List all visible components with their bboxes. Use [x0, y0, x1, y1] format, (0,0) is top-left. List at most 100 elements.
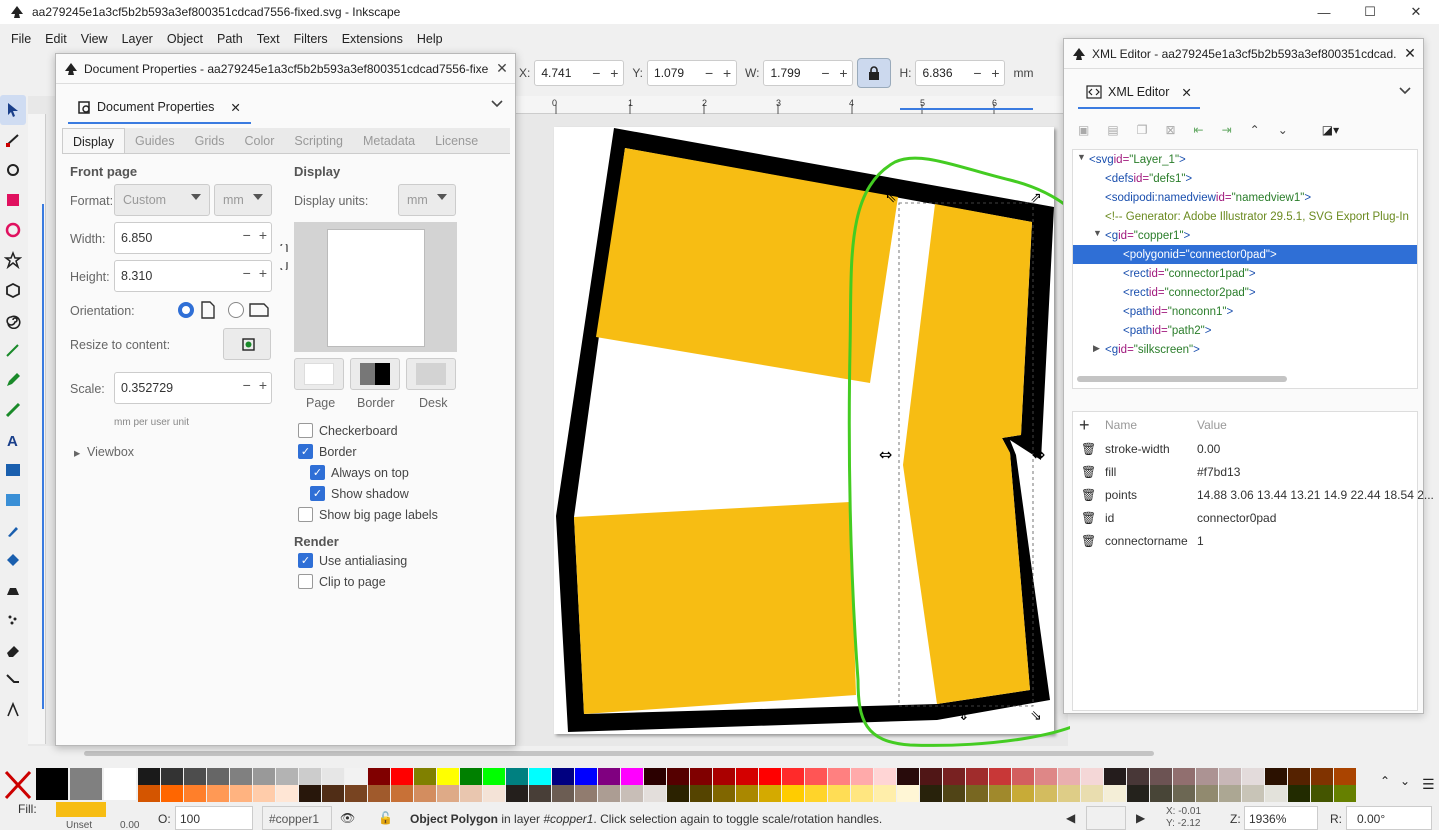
viewbox-expander-icon[interactable]: ▸	[74, 445, 80, 460]
palette-swatch[interactable]	[184, 785, 206, 802]
checkbox-box[interactable]	[298, 423, 313, 438]
subtab-scripting[interactable]: Scripting	[284, 128, 353, 153]
palette-swatch[interactable]	[1219, 768, 1241, 785]
attribute-row[interactable]: 🗑 points 14.88 3.06 13.44 13.21 14.9 22.44…	[1073, 484, 1434, 506]
palette-swatch[interactable]	[644, 768, 666, 785]
menu-view[interactable]: View	[74, 32, 115, 46]
format-unit-combo[interactable]: mm	[214, 184, 272, 216]
palette-swatch[interactable]	[782, 785, 804, 802]
palette-swatch[interactable]	[161, 768, 183, 785]
unindent-node-icon[interactable]: ⇤	[1194, 123, 1204, 137]
w-value[interactable]: 1.799	[764, 66, 816, 80]
scale-spinbox[interactable]: 0.352729 − +	[114, 372, 272, 404]
raise-node-icon[interactable]: ⌃	[1250, 123, 1260, 137]
palette-scroll-up-icon[interactable]: ⌃	[1380, 774, 1390, 788]
new-text-node-icon[interactable]: ▤	[1107, 123, 1118, 137]
x-decrement-icon[interactable]: −	[587, 65, 605, 81]
add-attribute-icon[interactable]: +	[1079, 415, 1090, 436]
mesh-tool-icon[interactable]	[0, 485, 26, 515]
indent-node-icon[interactable]: ⇥	[1222, 123, 1232, 137]
plus-icon[interactable]: +	[259, 265, 267, 281]
collapse-arrow-icon[interactable]: ▶	[1093, 343, 1100, 354]
plus-icon[interactable]: +	[259, 227, 267, 243]
eraser-tool-icon[interactable]	[0, 635, 26, 665]
check-icon[interactable]: ✓	[298, 553, 313, 568]
scale-value[interactable]: 0.352729	[121, 381, 173, 395]
palette-swatch[interactable]	[1150, 768, 1172, 785]
palette-swatch[interactable]	[437, 768, 459, 785]
palette-swatch[interactable]	[897, 768, 919, 785]
palette-swatch[interactable]	[1173, 785, 1195, 802]
gradient-tool-icon[interactable]	[0, 455, 26, 485]
h-decrement-icon[interactable]: −	[968, 65, 986, 81]
docprops-titlebar[interactable]: Document Properties - aa279245e1a3cf5b2b…	[56, 54, 515, 84]
trash-icon[interactable]: 🗑	[1081, 488, 1096, 502]
palette-swatch[interactable]	[1173, 768, 1195, 785]
palette-swatch[interactable]	[805, 768, 827, 785]
rotation-value[interactable]: 0.00°	[1357, 812, 1385, 826]
paint-bucket-tool-icon[interactable]	[0, 545, 26, 575]
palette-swatch[interactable]	[345, 768, 367, 785]
big-page-labels-checkbox[interactable]: Show big page labels	[298, 507, 438, 522]
palette-swatch[interactable]	[460, 768, 482, 785]
always-on-top-checkbox[interactable]: ✓ Always on top	[310, 465, 409, 480]
check-icon[interactable]: ✓	[310, 486, 325, 501]
palette-swatch[interactable]	[460, 785, 482, 802]
xml-node-selected[interactable]: <polygon id= "connector0pad" >	[1073, 245, 1417, 264]
menu-filters[interactable]: Filters	[287, 32, 335, 46]
expand-arrow-icon[interactable]: ▼	[1077, 152, 1086, 162]
palette-swatch[interactable]	[759, 785, 781, 802]
y-increment-icon[interactable]: +	[718, 65, 736, 81]
palette-swatch[interactable]	[1265, 768, 1287, 785]
palette-swatch[interactable]	[874, 785, 896, 802]
palette-swatch[interactable]	[345, 785, 367, 802]
palette-swatch[interactable]	[736, 768, 758, 785]
tab-xml-editor[interactable]: XML Editor ✕	[1078, 77, 1200, 109]
tree-scrollbar[interactable]	[1077, 376, 1287, 382]
palette-swatch[interactable]	[989, 785, 1011, 802]
palette-swatch[interactable]	[1127, 785, 1149, 802]
palette-swatch[interactable]	[690, 768, 712, 785]
palette-swatch[interactable]	[1242, 768, 1264, 785]
palette-swatch[interactable]	[966, 785, 988, 802]
palette-swatch[interactable]	[713, 785, 735, 802]
xml-node[interactable]: <path id= "nonconn1" >	[1123, 302, 1233, 321]
y-value[interactable]: 1.079	[648, 66, 700, 80]
palette-swatch[interactable]	[575, 785, 597, 802]
palette-swatch[interactable]	[299, 785, 321, 802]
maximize-button[interactable]: ☐	[1347, 0, 1393, 24]
palette-swatch[interactable]	[1311, 785, 1333, 802]
xml-editor-close-icon[interactable]: ✕	[1397, 45, 1423, 62]
menu-object[interactable]: Object	[160, 32, 210, 46]
prev-page-icon[interactable]: ◀	[1066, 811, 1075, 825]
palette-swatch[interactable]	[943, 785, 965, 802]
palette-swatch[interactable]	[437, 785, 459, 802]
palette-swatch[interactable]	[1311, 768, 1333, 785]
subtab-metadata[interactable]: Metadata	[353, 128, 425, 153]
palette-swatch[interactable]	[207, 768, 229, 785]
palette-swatch[interactable]	[414, 768, 436, 785]
palette-swatch[interactable]	[1242, 785, 1264, 802]
landscape-radio[interactable]	[228, 302, 244, 318]
attribute-row[interactable]: 🗑 id connector0pad	[1073, 507, 1419, 529]
viewbox-expander[interactable]: Viewbox	[87, 445, 134, 459]
attribute-row[interactable]: 🗑 connectorname 1	[1073, 530, 1419, 552]
palette-swatch[interactable]	[368, 768, 390, 785]
horizontal-scrollbar[interactable]	[84, 751, 1154, 756]
palette-swatch[interactable]	[943, 768, 965, 785]
h-value[interactable]: 6.836	[916, 66, 968, 80]
palette-swatch[interactable]	[644, 785, 666, 802]
w-decrement-icon[interactable]: −	[816, 65, 834, 81]
lower-node-icon[interactable]: ⌄	[1278, 123, 1288, 137]
xml-node[interactable]: <defs id= "defs1" >	[1105, 169, 1192, 188]
height-value[interactable]: 8.310	[121, 269, 152, 283]
desk-color-button[interactable]	[406, 358, 456, 390]
trash-icon[interactable]: 🗑	[1081, 534, 1096, 548]
show-shadow-checkbox[interactable]: ✓ Show shadow	[310, 486, 409, 501]
ellipse-tool-icon[interactable]	[0, 215, 26, 245]
subtab-color[interactable]: Color	[234, 128, 284, 153]
palette-swatch[interactable]	[322, 768, 344, 785]
palette-swatch[interactable]	[1196, 768, 1218, 785]
menu-file[interactable]: File	[4, 32, 38, 46]
palette-swatch[interactable]	[138, 785, 160, 802]
